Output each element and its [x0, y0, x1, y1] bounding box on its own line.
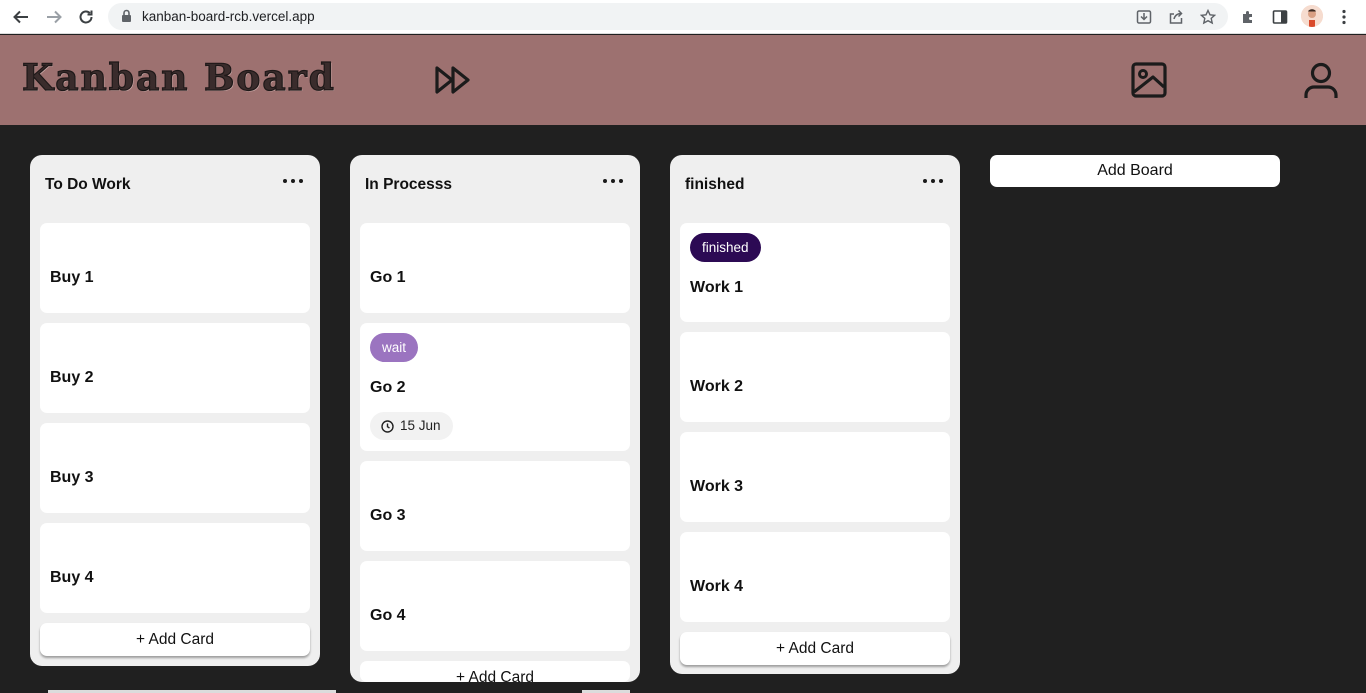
board-title: In Processs [365, 176, 453, 193]
card[interactable]: Work 3 [680, 432, 950, 522]
add-board-button[interactable]: Add Board [990, 155, 1280, 187]
card[interactable]: Work 2 [680, 332, 950, 422]
card-label-chip[interactable]: finished [690, 233, 761, 262]
card-title: Go 3 [370, 507, 406, 524]
card[interactable]: wait Go 2 15 Jun [360, 323, 630, 451]
extensions-icon[interactable] [1236, 5, 1260, 29]
app-title: Kanban Board [21, 56, 336, 99]
card-title: Buy 2 [50, 369, 94, 386]
board-title: To Do Work [45, 176, 131, 193]
user-icon[interactable] [1302, 61, 1340, 101]
card-title: Go 2 [370, 379, 406, 396]
lock-icon [121, 9, 132, 28]
add-card-button[interactable]: + Add Card [360, 661, 630, 682]
browser-toolbar: kanban-board-rcb.vercel.app [0, 0, 1366, 34]
card-title: Buy 1 [50, 269, 94, 286]
url-text: kanban-board-rcb.vercel.app [142, 9, 315, 24]
card[interactable]: Go 1 [360, 223, 630, 313]
board-to-do-work: To Do Work Buy 1 Buy 2 Buy 3 Buy 4 + Add… [30, 155, 320, 666]
card[interactable]: Buy 1 [40, 223, 310, 313]
fast-forward-icon[interactable] [432, 63, 474, 97]
card[interactable]: Buy 2 [40, 323, 310, 413]
app-header: Kanban Board [0, 35, 1366, 125]
profile-avatar[interactable] [1301, 5, 1323, 27]
card[interactable]: Work 4 [680, 532, 950, 622]
address-bar[interactable]: kanban-board-rcb.vercel.app [108, 3, 1228, 30]
forward-icon[interactable] [42, 5, 66, 29]
due-date-text: 15 Jun [400, 418, 441, 433]
card-title: Work 4 [690, 578, 744, 595]
kebab-menu-icon[interactable] [1332, 5, 1356, 29]
board-title: finished [685, 176, 745, 193]
board-menu-icon[interactable] [283, 175, 303, 187]
card-title: Go 1 [370, 269, 406, 286]
card-title: Go 4 [370, 607, 406, 624]
board-finished: finished finished Work 1 Work 2 Work 3 W… [670, 155, 960, 674]
card-title: Buy 3 [50, 469, 94, 486]
card-title: Work 1 [690, 279, 744, 296]
image-icon[interactable] [1129, 61, 1169, 99]
card[interactable]: Go 3 [360, 461, 630, 551]
clock-icon [381, 419, 394, 433]
card[interactable]: Go 4 [360, 561, 630, 651]
due-date-chip: 15 Jun [370, 412, 453, 440]
share-icon[interactable] [1164, 5, 1188, 29]
sidepanel-icon[interactable] [1268, 5, 1292, 29]
card[interactable]: finished Work 1 [680, 223, 950, 322]
board-menu-icon[interactable] [923, 175, 943, 187]
add-card-button[interactable]: + Add Card [680, 632, 950, 665]
card-label-chip[interactable]: wait [370, 333, 419, 362]
star-icon[interactable] [1196, 5, 1220, 29]
card-title: Work 3 [690, 478, 744, 495]
board-menu-icon[interactable] [603, 175, 623, 187]
card-title: Work 2 [690, 378, 744, 395]
reload-icon[interactable] [74, 5, 98, 29]
card[interactable]: Buy 3 [40, 423, 310, 513]
card[interactable]: Buy 4 [40, 523, 310, 613]
board-in-processs: In Processs Go 1 wait Go 2 15 Jun Go 3 G… [350, 155, 640, 682]
back-icon[interactable] [9, 5, 33, 29]
install-icon[interactable] [1132, 5, 1156, 29]
add-card-button[interactable]: + Add Card [40, 623, 310, 656]
card-title: Buy 4 [50, 569, 94, 586]
